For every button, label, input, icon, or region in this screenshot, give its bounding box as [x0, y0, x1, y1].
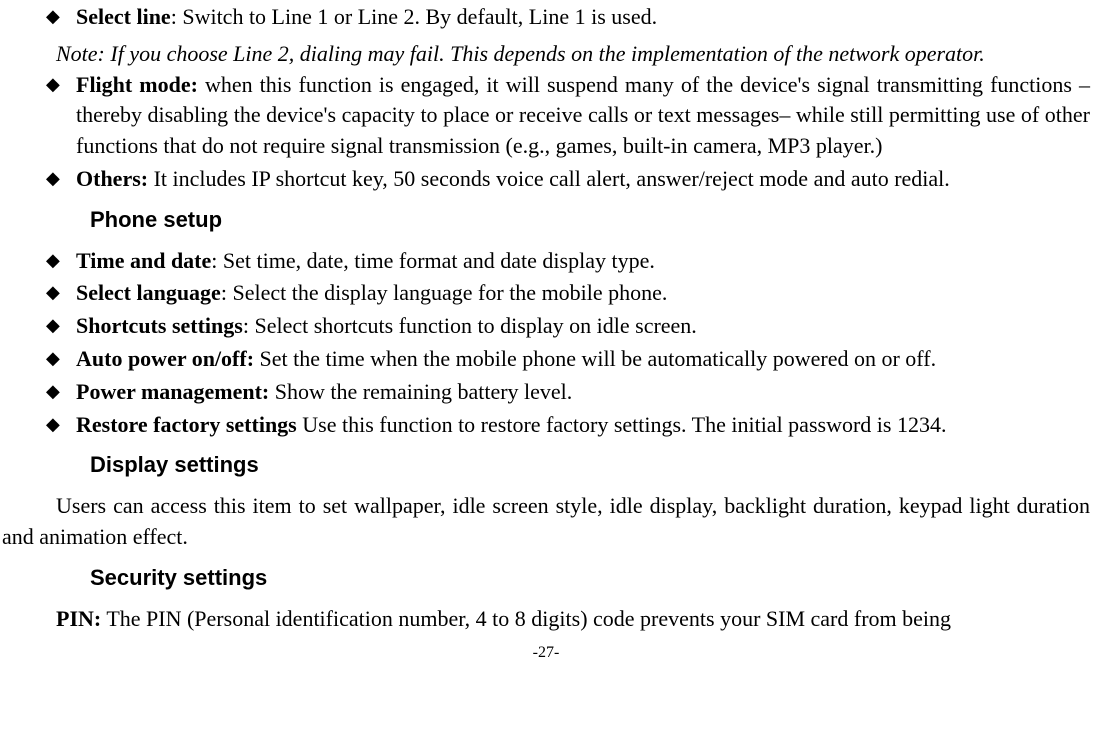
display-text: Users can access this item to set wallpa…: [2, 493, 1090, 549]
item-label: Time and date: [76, 248, 211, 273]
item-text: Show the remaining battery level.: [275, 379, 573, 404]
item-sep: :: [221, 280, 233, 305]
item-label: Select language: [76, 280, 221, 305]
item-text: Select shortcuts function to display on …: [254, 313, 696, 338]
item-text: Set the time when the mobile phone will …: [260, 346, 937, 371]
item-sep: :: [171, 4, 183, 29]
heading-phone-setup: Phone setup: [90, 205, 1090, 236]
display-paragraph: Users can access this item to set wallpa…: [2, 491, 1090, 553]
list-item: Time and date: Set time, date, time form…: [46, 246, 1090, 277]
list-item: Select line: Switch to Line 1 or Line 2.…: [46, 2, 1090, 33]
item-label: Power management:: [76, 379, 269, 404]
pin-paragraph: PIN: The PIN (Personal identification nu…: [2, 604, 1090, 635]
list-item: Flight mode: when this function is engag…: [46, 70, 1090, 162]
heading-security-settings: Security settings: [90, 563, 1090, 594]
item-sep: :: [243, 313, 255, 338]
phone-setup-list: Time and date: Set time, date, time form…: [2, 246, 1090, 441]
item-text: Select the display language for the mobi…: [232, 280, 667, 305]
item-label: Select line: [76, 4, 171, 29]
list-item: Shortcuts settings: Select shortcuts fun…: [46, 311, 1090, 342]
list-item: Select language: Select the display lang…: [46, 278, 1090, 309]
page-number: -27-: [2, 642, 1090, 664]
item-label: Auto power on/off:: [76, 346, 254, 371]
item-text: Switch to Line 1 or Line 2. By default, …: [182, 4, 657, 29]
pin-text: The PIN (Personal identification number,…: [101, 606, 951, 631]
pin-label: PIN:: [56, 606, 101, 631]
item-label: Others:: [76, 166, 148, 191]
item-sep: [198, 72, 205, 97]
list-item: Restore factory settings Use this functi…: [46, 410, 1090, 441]
page-content: Select line: Switch to Line 1 or Line 2.…: [0, 0, 1098, 673]
item-text: when this function is engaged, it will s…: [76, 72, 1090, 159]
list-item: Others: It includes IP shortcut key, 50 …: [46, 164, 1090, 195]
item-text: Set time, date, time format and date dis…: [223, 248, 655, 273]
item-text: Use this function to restore factory set…: [302, 412, 946, 437]
item-label: Shortcuts settings: [76, 313, 243, 338]
list-item: Auto power on/off: Set the time when the…: [46, 344, 1090, 375]
item-label: Flight mode:: [76, 72, 198, 97]
top-list-2: Flight mode: when this function is engag…: [2, 70, 1090, 195]
top-list-1: Select line: Switch to Line 1 or Line 2.…: [2, 2, 1090, 33]
note-text: Note: If you choose Line 2, dialing may …: [56, 41, 985, 66]
list-item: Power management: Show the remaining bat…: [46, 377, 1090, 408]
note-paragraph: Note: If you choose Line 2, dialing may …: [2, 39, 1090, 70]
heading-display-settings: Display settings: [90, 450, 1090, 481]
item-label: Restore factory settings: [76, 412, 297, 437]
item-text: It includes IP shortcut key, 50 seconds …: [154, 166, 950, 191]
item-sep: :: [211, 248, 223, 273]
